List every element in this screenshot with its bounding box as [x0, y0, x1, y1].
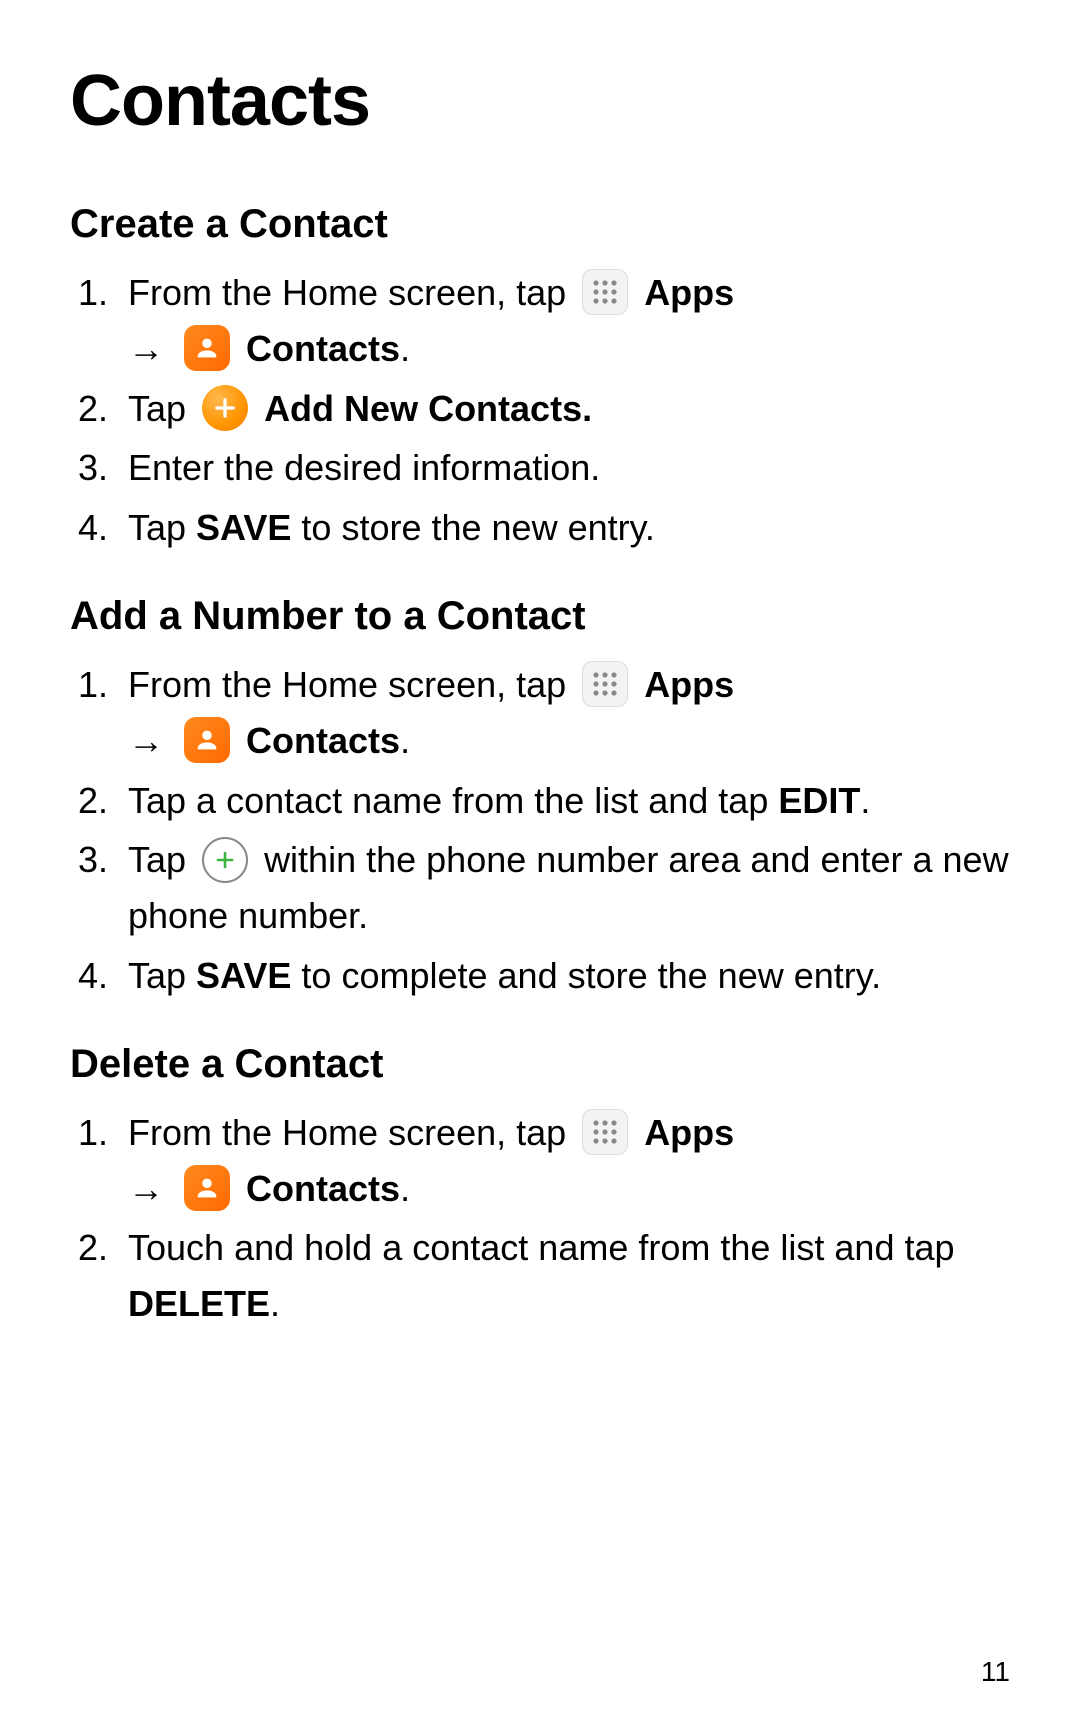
step-text: Tap a contact name from the list and tap — [128, 780, 778, 821]
list-item: From the Home screen, tap Apps → Contact… — [70, 1105, 1010, 1217]
step-text: Touch and hold a contact name from the l… — [128, 1227, 955, 1268]
contacts-label: Contacts — [246, 1168, 400, 1209]
contacts-icon — [184, 1165, 230, 1211]
contacts-icon — [184, 717, 230, 763]
section-heading-add-number: Add a Number to a Contact — [70, 594, 1010, 639]
list-item: Tap Add New Contacts. — [70, 381, 1010, 437]
edit-label: EDIT — [778, 780, 860, 821]
list-item: From the Home screen, tap Apps → Contact… — [70, 657, 1010, 769]
step-text: to store the new entry. — [291, 507, 655, 548]
step-text: Enter the desired information. — [128, 447, 600, 488]
step-text: From the Home screen, tap — [128, 272, 576, 313]
apps-icon — [582, 269, 628, 315]
step-text: . — [270, 1283, 280, 1324]
step-text: Tap — [128, 388, 196, 429]
delete-steps: From the Home screen, tap Apps → Contact… — [70, 1105, 1010, 1332]
page-number: 11 — [981, 1656, 1010, 1688]
section-heading-create: Create a Contact — [70, 202, 1010, 247]
list-item: Tap a contact name from the list and tap… — [70, 773, 1010, 829]
arrow-icon: → — [128, 1168, 164, 1209]
create-steps: From the Home screen, tap Apps → Contact… — [70, 265, 1010, 556]
list-item: Touch and hold a contact name from the l… — [70, 1220, 1010, 1332]
step-text: Tap — [128, 507, 196, 548]
step-text: within the phone number area and enter a… — [128, 839, 1009, 936]
list-item: Tap within the phone number area and ent… — [70, 832, 1010, 944]
contacts-label: Contacts — [246, 328, 400, 369]
step-text: Tap — [128, 955, 196, 996]
save-label: SAVE — [196, 955, 291, 996]
contacts-label: Contacts — [246, 720, 400, 761]
plus-outline-icon — [202, 837, 248, 883]
step-text: From the Home screen, tap — [128, 1112, 576, 1153]
contacts-icon — [184, 325, 230, 371]
apps-icon — [582, 1109, 628, 1155]
arrow-icon: → — [128, 328, 164, 369]
period: . — [400, 328, 410, 369]
apps-icon — [582, 661, 628, 707]
section-heading-delete: Delete a Contact — [70, 1042, 1010, 1087]
list-item: From the Home screen, tap Apps → Contact… — [70, 265, 1010, 377]
add-new-label: Add New Contacts. — [264, 388, 592, 429]
apps-label: Apps — [644, 272, 734, 313]
period: . — [400, 1168, 410, 1209]
list-item: Tap SAVE to store the new entry. — [70, 500, 1010, 556]
apps-label: Apps — [644, 1112, 734, 1153]
list-item: Tap SAVE to complete and store the new e… — [70, 948, 1010, 1004]
save-label: SAVE — [196, 507, 291, 548]
apps-label: Apps — [644, 664, 734, 705]
arrow-icon: → — [128, 720, 164, 761]
page-title: Contacts — [70, 60, 1010, 142]
delete-label: DELETE — [128, 1283, 270, 1324]
step-text: Tap — [128, 839, 196, 880]
step-text: From the Home screen, tap — [128, 664, 576, 705]
list-item: Enter the desired information. — [70, 440, 1010, 496]
period: . — [400, 720, 410, 761]
step-text: to complete and store the new entry. — [291, 955, 881, 996]
step-text: . — [860, 780, 870, 821]
add-number-steps: From the Home screen, tap Apps → Contact… — [70, 657, 1010, 1004]
plus-icon — [202, 385, 248, 431]
